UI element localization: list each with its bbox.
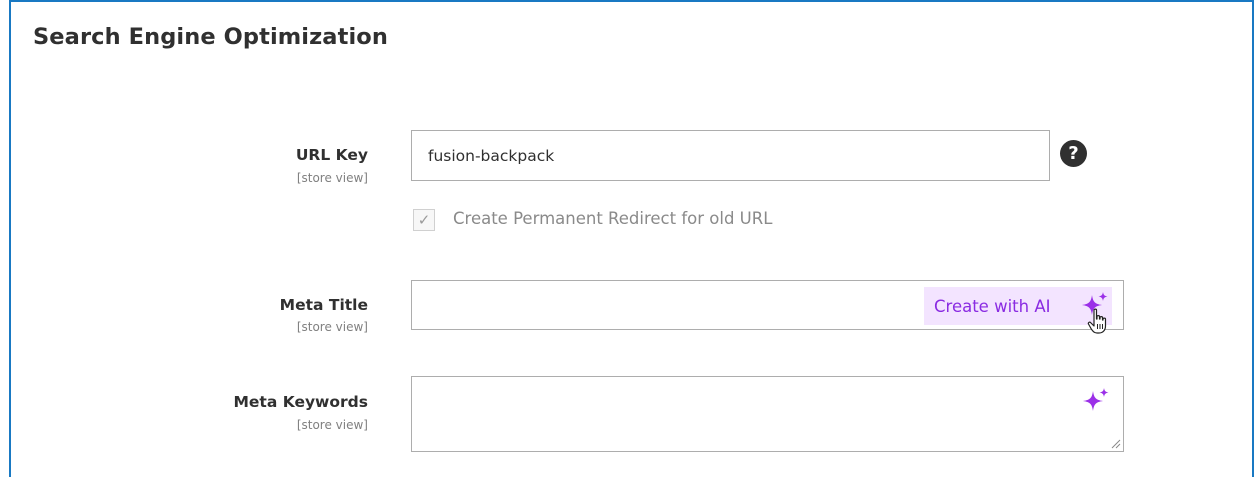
meta-title-label: Meta Title [279,296,368,314]
sparkle-icon[interactable] [1082,387,1110,415]
question-circle-icon[interactable]: ? [1060,140,1087,167]
meta-keywords-label: Meta Keywords [233,393,369,411]
hand-cursor-icon [1087,308,1107,334]
resize-handle-icon[interactable] [1111,439,1121,449]
meta-keywords-scope: [store view] [296,418,368,432]
create-with-ai-label: Create with AI [934,296,1051,316]
url-key-input[interactable] [411,130,1050,181]
meta-title-scope: [store view] [296,320,368,334]
redirect-checkbox[interactable]: ✓ [413,209,435,231]
section-title: Search Engine Optimization [33,24,388,50]
url-key-label: URL Key [295,146,368,164]
redirect-checkbox-label[interactable]: Create Permanent Redirect for old URL [453,209,772,228]
meta-keywords-textarea[interactable] [411,376,1124,452]
url-key-scope: [store view] [296,171,368,185]
